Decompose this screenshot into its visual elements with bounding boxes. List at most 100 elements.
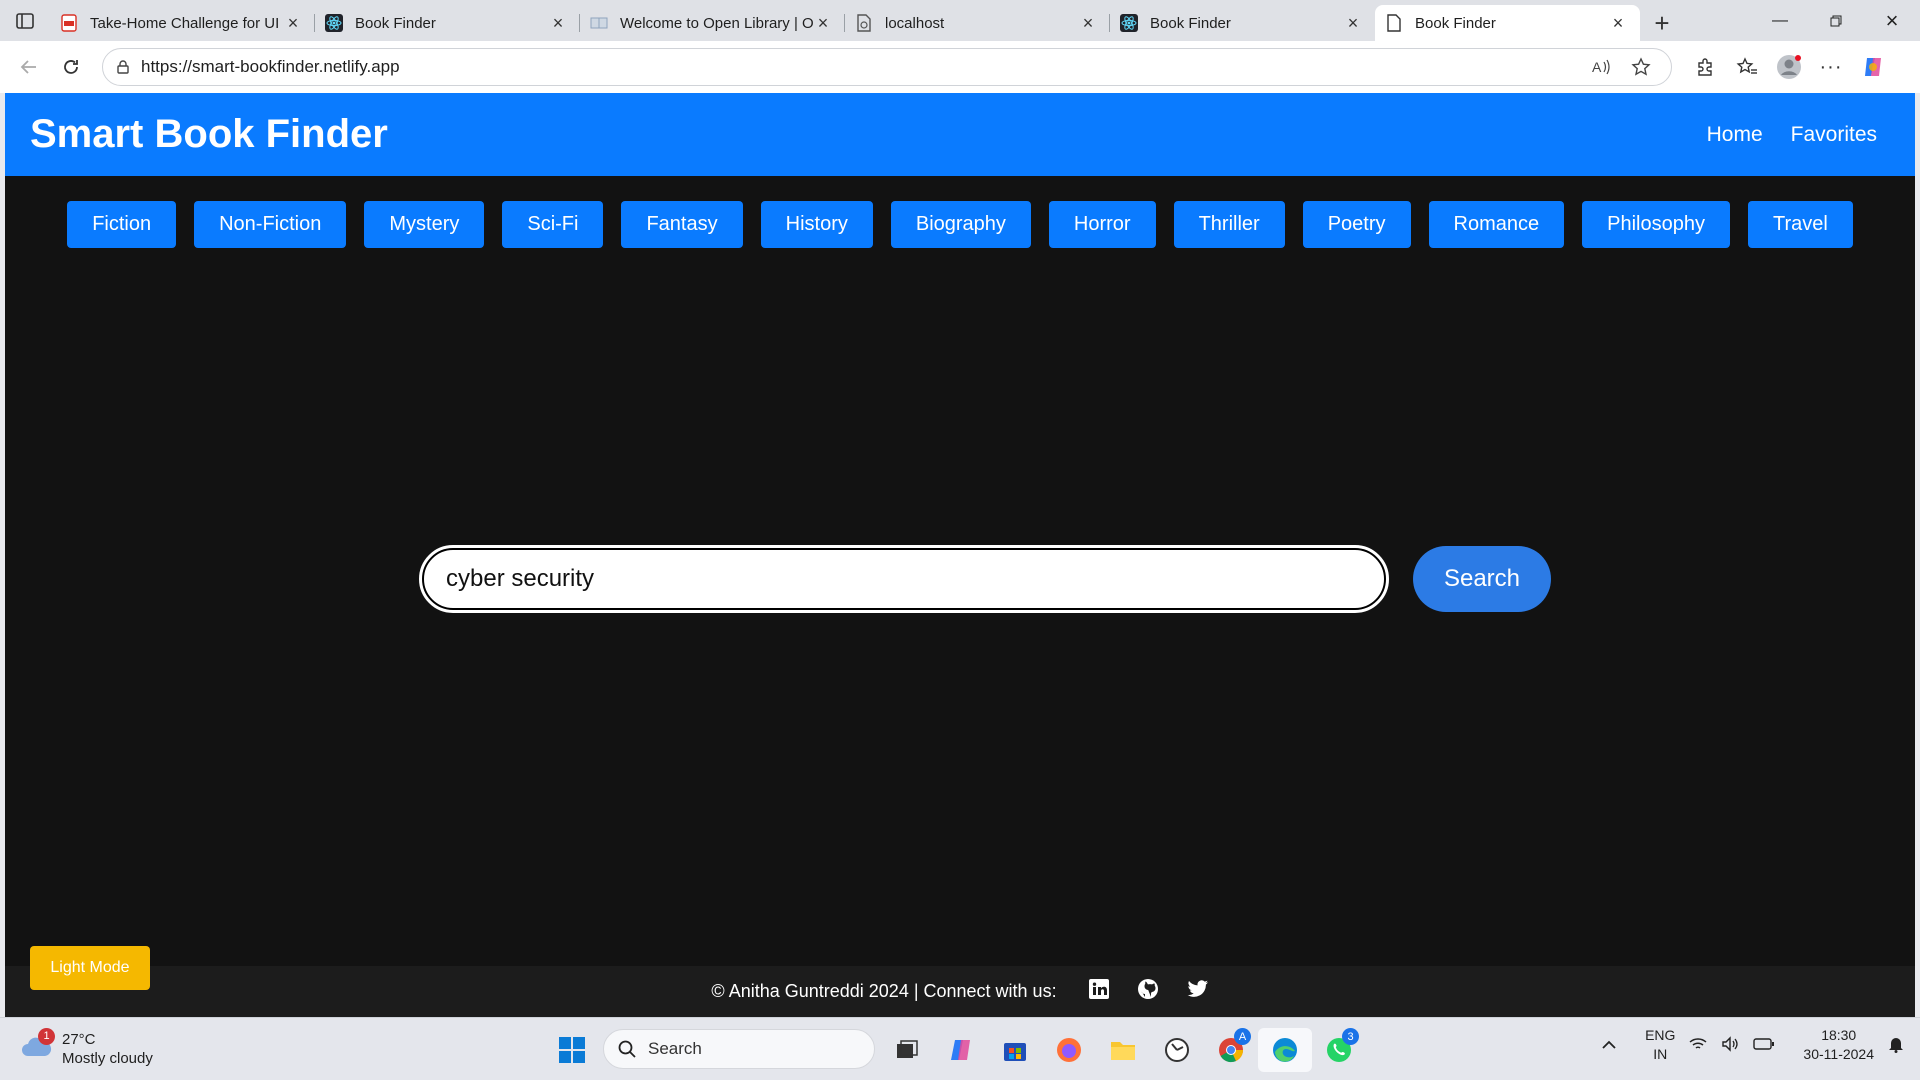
browser-tab-5[interactable]: Book Finder ×	[1110, 5, 1375, 41]
browser-tab-1[interactable]: Take-Home Challenge for UI ×	[50, 5, 315, 41]
windows-logo-icon	[559, 1037, 585, 1063]
refresh-icon	[64, 60, 78, 74]
genre-button-biography[interactable]: Biography	[890, 201, 1031, 248]
more-options-icon[interactable]: ···	[1810, 47, 1852, 87]
twitter-icon[interactable]	[1187, 980, 1209, 1003]
search-icon	[618, 1040, 636, 1058]
close-icon[interactable]: ×	[1608, 13, 1628, 33]
back-arrow-icon	[20, 60, 36, 74]
taskbar-search-box[interactable]: Search	[603, 1029, 875, 1069]
tab-title: Book Finder	[355, 14, 436, 32]
wifi-icon[interactable]	[1689, 1037, 1707, 1054]
file-explorer-icon[interactable]	[1096, 1028, 1150, 1072]
browser-tab-3[interactable]: Welcome to Open Library | O ×	[580, 5, 845, 41]
linkedin-icon[interactable]	[1088, 979, 1109, 1004]
clock-date: 30-11-2024	[1803, 1046, 1874, 1062]
favorite-star-icon[interactable]	[1621, 57, 1661, 77]
restore-icon[interactable]	[1808, 0, 1864, 41]
close-icon[interactable]: ×	[1078, 13, 1098, 33]
genre-button-non-fiction[interactable]: Non-Fiction	[194, 201, 347, 248]
close-window-icon[interactable]: ×	[1864, 0, 1920, 41]
weather-badge: 1	[38, 1027, 55, 1045]
browser-tab-6-active[interactable]: Book Finder ×	[1375, 5, 1640, 41]
genre-bar: Fiction Non-Fiction Mystery Sci-Fi Fanta…	[5, 201, 1915, 248]
genre-button-mystery[interactable]: Mystery	[364, 201, 485, 248]
genre-button-travel[interactable]: Travel	[1747, 201, 1853, 248]
close-icon[interactable]: ×	[1343, 13, 1363, 33]
close-icon[interactable]: ×	[813, 13, 833, 33]
tab-actions-button[interactable]	[0, 0, 50, 41]
minimize-icon[interactable]: —	[1752, 0, 1808, 41]
browser-tab-2[interactable]: Book Finder ×	[315, 5, 580, 41]
browser-tab-4[interactable]: localhost ×	[845, 5, 1110, 41]
chevron-up-icon[interactable]	[1601, 1037, 1617, 1053]
url-text[interactable]: https://smart-bookfinder.netlify.app	[141, 57, 1581, 77]
toolbar-right: ···	[1684, 47, 1894, 87]
genre-button-poetry[interactable]: Poetry	[1302, 201, 1411, 248]
start-button[interactable]	[545, 1028, 599, 1072]
refresh-button[interactable]	[50, 47, 92, 87]
app-footer: © Anitha Guntreddi 2024 | Connect with u…	[5, 966, 1915, 1017]
back-button[interactable]	[8, 47, 50, 87]
language-code: ENG	[1645, 1027, 1676, 1043]
pdf-icon	[60, 14, 78, 32]
weather-text: 27°C Mostly cloudy	[62, 1030, 153, 1068]
volume-icon[interactable]	[1721, 1035, 1739, 1055]
nav-link-favorites[interactable]: Favorites	[1791, 123, 1877, 147]
new-tab-button[interactable]: +	[1640, 5, 1684, 41]
document-icon	[1385, 14, 1403, 32]
window-controls: — ×	[1752, 0, 1920, 41]
tab-title: Welcome to Open Library | O	[620, 14, 813, 32]
genre-button-philosophy[interactable]: Philosophy	[1582, 201, 1730, 248]
app-header: Smart Book Finder Home Favorites	[5, 93, 1915, 176]
genre-button-horror[interactable]: Horror	[1048, 201, 1156, 248]
genre-button-fiction[interactable]: Fiction	[67, 201, 177, 248]
firefox-icon[interactable]	[1042, 1028, 1096, 1072]
clock-time: 18:30	[1821, 1027, 1857, 1043]
github-icon[interactable]	[1137, 978, 1159, 1005]
page-error-icon	[855, 14, 873, 32]
task-view-icon[interactable]	[880, 1028, 934, 1072]
microsoft-store-icon[interactable]	[988, 1028, 1042, 1072]
copilot-app-icon[interactable]	[934, 1028, 988, 1072]
genre-button-history[interactable]: History	[760, 201, 873, 248]
genre-button-romance[interactable]: Romance	[1428, 201, 1565, 248]
genre-button-sci-fi[interactable]: Sci-Fi	[502, 201, 604, 248]
notification-bell-icon[interactable]	[1888, 1035, 1904, 1056]
site-info-icon[interactable]	[115, 59, 131, 75]
react-icon	[325, 14, 343, 32]
close-icon[interactable]: ×	[283, 13, 303, 33]
tab-title: Book Finder	[1150, 14, 1231, 32]
tab-title: Book Finder	[1415, 14, 1496, 32]
weather-condition: Mostly cloudy	[62, 1050, 153, 1067]
favorites-icon[interactable]	[1726, 47, 1768, 87]
windows-taskbar: 1 27°C Mostly cloudy Search A 3 ENG IN 1…	[0, 1017, 1920, 1080]
app-brand-title[interactable]: Smart Book Finder	[30, 112, 388, 157]
chrome-icon[interactable]: A	[1204, 1028, 1258, 1072]
book-search-input[interactable]	[419, 545, 1389, 613]
svg-text:A: A	[1592, 59, 1602, 75]
copilot-icon[interactable]	[1852, 47, 1894, 87]
clock-app-icon[interactable]	[1150, 1028, 1204, 1072]
extensions-icon[interactable]	[1684, 47, 1726, 87]
profile-avatar-icon[interactable]	[1768, 47, 1810, 87]
genre-button-fantasy[interactable]: Fantasy	[621, 201, 743, 248]
search-button[interactable]: Search	[1413, 546, 1551, 612]
top-nav: Home Favorites	[1707, 123, 1877, 147]
whatsapp-icon[interactable]: 3	[1312, 1028, 1366, 1072]
nav-link-home[interactable]: Home	[1707, 123, 1763, 147]
theme-toggle-button[interactable]: Light Mode	[30, 946, 150, 990]
taskbar-clock[interactable]: 18:30 30-11-2024	[1803, 1026, 1874, 1064]
edge-icon[interactable]	[1258, 1028, 1312, 1072]
weather-widget[interactable]: 1 27°C Mostly cloudy	[20, 1027, 153, 1068]
whatsapp-badge: 3	[1342, 1028, 1359, 1045]
read-aloud-icon[interactable]: A	[1581, 58, 1621, 76]
weather-temp: 27°C	[62, 1031, 96, 1048]
battery-icon[interactable]	[1753, 1037, 1775, 1054]
genre-button-thriller[interactable]: Thriller	[1173, 201, 1285, 248]
tab-title: localhost	[885, 14, 945, 32]
browser-tab-strip: Take-Home Challenge for UI × Book Finder…	[0, 0, 1920, 41]
language-indicator[interactable]: ENG IN	[1645, 1026, 1675, 1064]
close-icon[interactable]: ×	[548, 13, 568, 33]
address-bar[interactable]: https://smart-bookfinder.netlify.app A	[102, 48, 1672, 86]
